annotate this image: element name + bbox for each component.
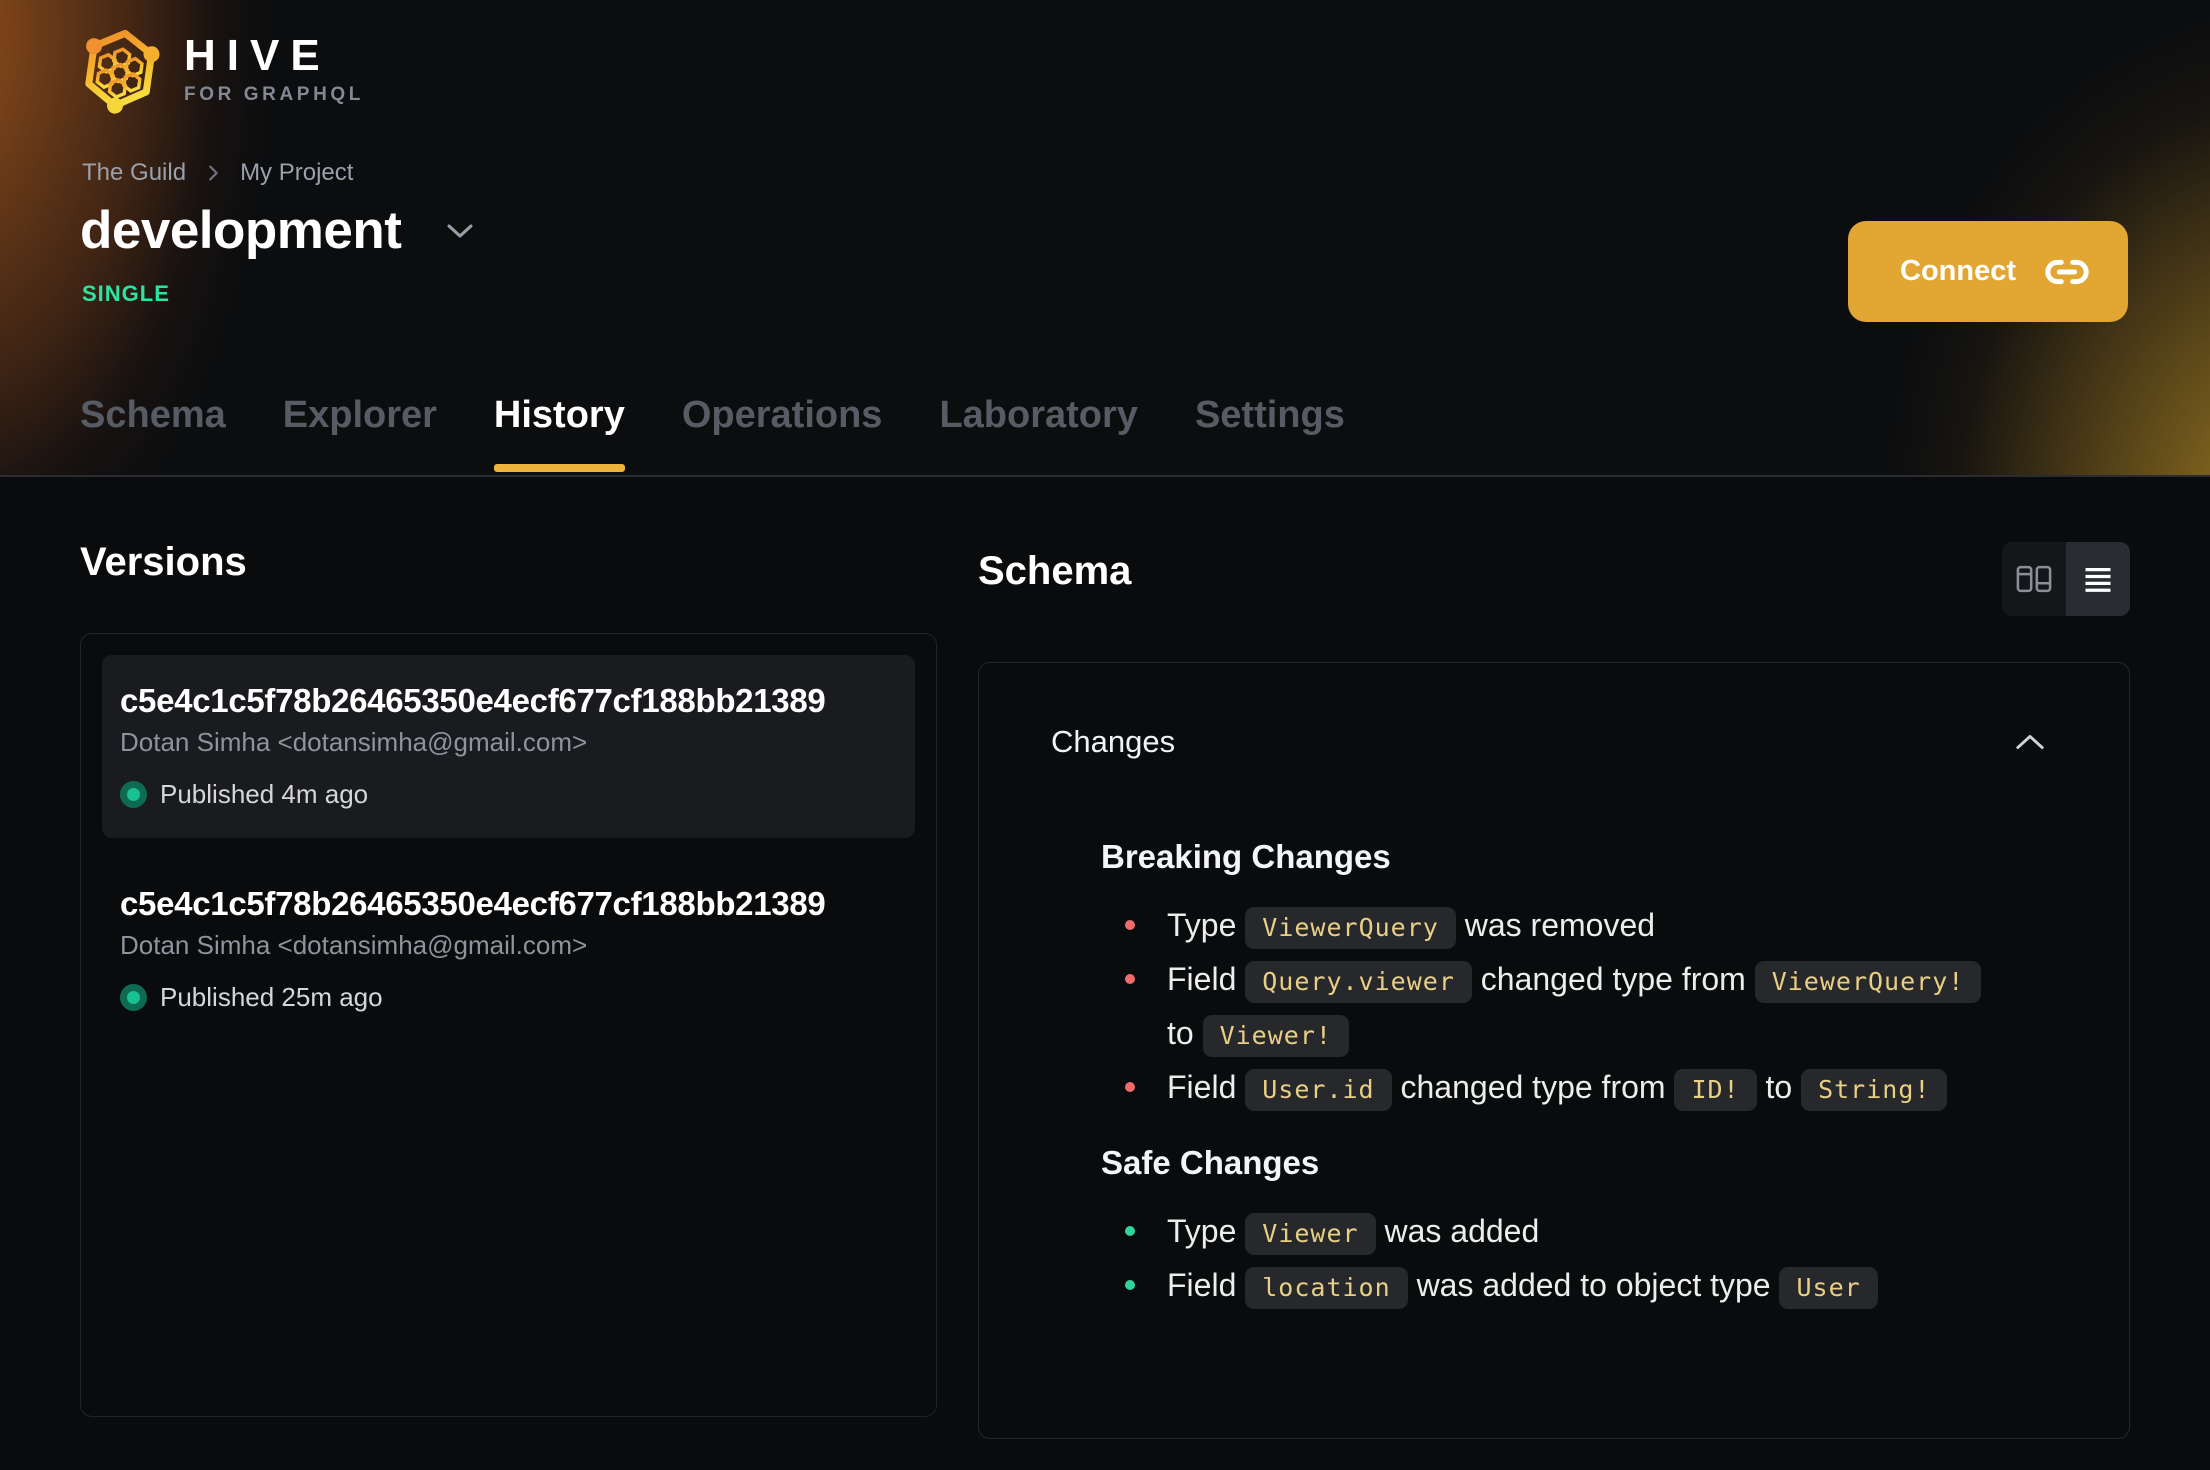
code-chip: location [1245,1267,1408,1309]
change-item: Field Query.viewer changed type from Vie… [1101,952,2089,1060]
code-chip: Viewer [1245,1213,1376,1255]
change-item: Type ViewerQuery was removed [1101,898,2089,952]
brand-logo[interactable]: HIVE FOR GRAPHQL [80,26,364,114]
connect-button[interactable]: Connect [1848,221,2128,322]
tab-operations[interactable]: Operations [682,355,883,475]
tab-history[interactable]: History [493,355,625,475]
version-hash: c5e4c1c5f78b26465350e4ecf677cf188bb21389 [120,885,826,922]
version-status: Published 25m ago [160,982,383,1012]
schema-column: Schema Changes Breaking Changes Type Vie… [978,540,2130,1439]
changes-body: Breaking Changes Type ViewerQuery was rem… [1051,838,2089,1312]
change-section-title: Breaking Changes [1101,838,1391,875]
list-view-button[interactable] [2066,542,2130,616]
published-dot-icon [120,984,147,1011]
breadcrumb: The Guild My Project [82,159,353,187]
versions-column: Versions c5e4c1c5f78b26465350e4ecf677cf1… [80,540,937,1439]
version-card[interactable]: c5e4c1c5f78b26465350e4ecf677cf188bb21389… [102,655,915,838]
page-title: development [80,201,402,260]
code-chip: User.id [1245,1069,1392,1111]
columns-view-button[interactable] [2002,542,2066,616]
code-chip: Query.viewer [1245,961,1472,1003]
code-chip: ViewerQuery [1245,907,1456,949]
tab-laboratory[interactable]: Laboratory [939,355,1137,475]
change-text: Type [1167,1213,1246,1249]
main-content: Versions c5e4c1c5f78b26465350e4ecf677cf1… [0,477,2210,1439]
version-author: Dotan Simha <dotansimha@gmail.com> [120,930,588,960]
change-item: Field User.id changed type from ID! to S… [1101,1060,2089,1114]
version-status-row: Published 4m ago [120,779,885,810]
changes-panel: Changes Breaking Changes Type ViewerQuery… [978,662,2130,1439]
view-toggle [2002,542,2130,616]
hive-dashboard-page: HIVE FOR GRAPHQL The Guild My Project de… [0,0,2210,1439]
tab-bar: Schema Explorer History Operations Laborator… [80,355,1345,475]
link-icon [2045,259,2089,284]
brand-text: HIVE FOR GRAPHQL [184,34,364,106]
code-chip: ViewerQuery! [1754,961,1982,1003]
tab-explorer[interactable]: Explorer [283,355,437,475]
columns-view-icon [2016,565,2052,593]
schema-header-row: Schema [978,542,2130,616]
published-dot-icon [120,781,147,808]
version-author: Dotan Simha <dotansimha@gmail.com> [120,727,588,757]
change-text: to [1756,1069,1802,1105]
version-card[interactable]: c5e4c1c5f78b26465350e4ecf677cf188bb21389… [102,858,915,1041]
chevron-down-icon[interactable] [445,222,475,240]
hive-logo-icon [85,29,160,114]
change-text: Field [1167,961,1246,997]
target-type-badge: SINGLE [82,281,170,306]
changes-panel-header[interactable]: Changes [1051,724,2089,760]
version-status-row: Published 25m ago [120,982,885,1013]
change-section-title: Safe Changes [1101,1144,1320,1181]
change-text: changed type from [1391,1069,1675,1105]
versions-heading: Versions [80,540,247,584]
change-text: Field [1167,1069,1246,1105]
code-chip: String! [1801,1069,1948,1111]
breaking-change-list: Type ViewerQuery was removed Field Query.… [1101,898,2089,1114]
breadcrumb-project[interactable]: My Project [240,159,353,187]
code-chip: User [1779,1267,1878,1309]
change-text: was added [1375,1213,1540,1249]
change-item: Field location was added to object type … [1101,1258,2089,1312]
versions-list: c5e4c1c5f78b26465350e4ecf677cf188bb21389… [80,633,937,1417]
target-title-row: development [80,200,475,261]
change-text: changed type from [1471,961,1755,997]
change-text: was added to object type [1407,1267,1780,1303]
connect-button-label: Connect [1900,255,2016,287]
tab-settings[interactable]: Settings [1195,355,1345,475]
change-text: Type [1167,907,1246,943]
breadcrumb-org[interactable]: The Guild [82,159,186,187]
list-view-icon [2085,568,2111,592]
schema-heading: Schema [978,549,1132,593]
safe-change-list: Type Viewer was added Field location was … [1101,1204,2089,1312]
change-text: to [1167,1015,1203,1051]
change-text: was removed [1455,907,1656,943]
chevron-right-icon [209,165,218,181]
version-hash: c5e4c1c5f78b26465350e4ecf677cf188bb21389 [120,682,826,719]
code-chip: Viewer! [1202,1015,1349,1057]
code-chip: ID! [1674,1069,1757,1111]
brand-tagline: FOR GRAPHQL [184,84,364,105]
changes-title: Changes [1051,724,1176,759]
chevron-up-icon[interactable] [2013,732,2047,752]
version-status: Published 4m ago [160,779,369,809]
app-header: HIVE FOR GRAPHQL The Guild My Project de… [0,0,2210,477]
brand-name: HIVE [184,31,331,80]
change-item: Type Viewer was added [1101,1204,2089,1258]
tab-schema[interactable]: Schema [80,355,226,475]
change-text: Field [1167,1267,1246,1303]
